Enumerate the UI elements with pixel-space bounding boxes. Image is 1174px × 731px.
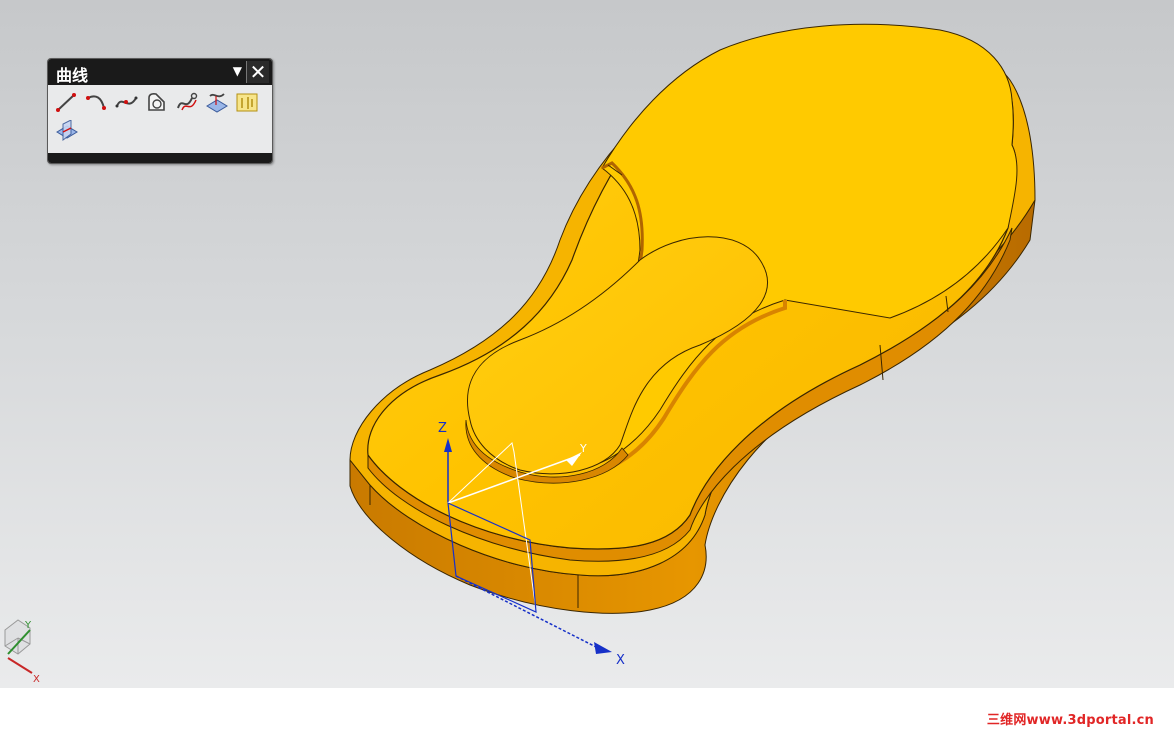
curve-toolbar: 曲线 ▼ ✕ [47, 58, 273, 164]
toolbar-close-button[interactable]: ✕ [246, 61, 269, 83]
toolbar-title: 曲线 [56, 66, 89, 85]
line-icon[interactable] [54, 90, 80, 114]
triad-y-label: Y [24, 620, 32, 631]
wcs-y-label: Y [579, 442, 587, 455]
wcs-x-label: X [616, 653, 625, 668]
text-icon[interactable] [234, 90, 260, 114]
triad-x-label: X [33, 674, 40, 685]
watermark: 三维网www.3dportal.cn [986, 713, 1154, 728]
wcs-z-label: Z [438, 421, 447, 436]
studio-spline-icon[interactable] [114, 90, 140, 114]
graphics-viewport[interactable]: Z X Y Y X 曲线 ▼ ✕ [0, 0, 1174, 688]
arc-icon[interactable] [84, 90, 110, 114]
intersection-curve-icon[interactable] [54, 120, 80, 144]
project-curve-icon[interactable] [204, 90, 230, 114]
x-axis-arrowhead [594, 642, 612, 654]
toolbar-options-dropdown-icon[interactable]: ▼ [233, 64, 242, 78]
view-triad[interactable]: Y X [4, 619, 40, 685]
toolbar-title-bar[interactable]: 曲线 ▼ ✕ [48, 59, 272, 85]
basic-curves-icon[interactable] [144, 90, 170, 114]
offset-curve-icon[interactable] [174, 90, 200, 114]
